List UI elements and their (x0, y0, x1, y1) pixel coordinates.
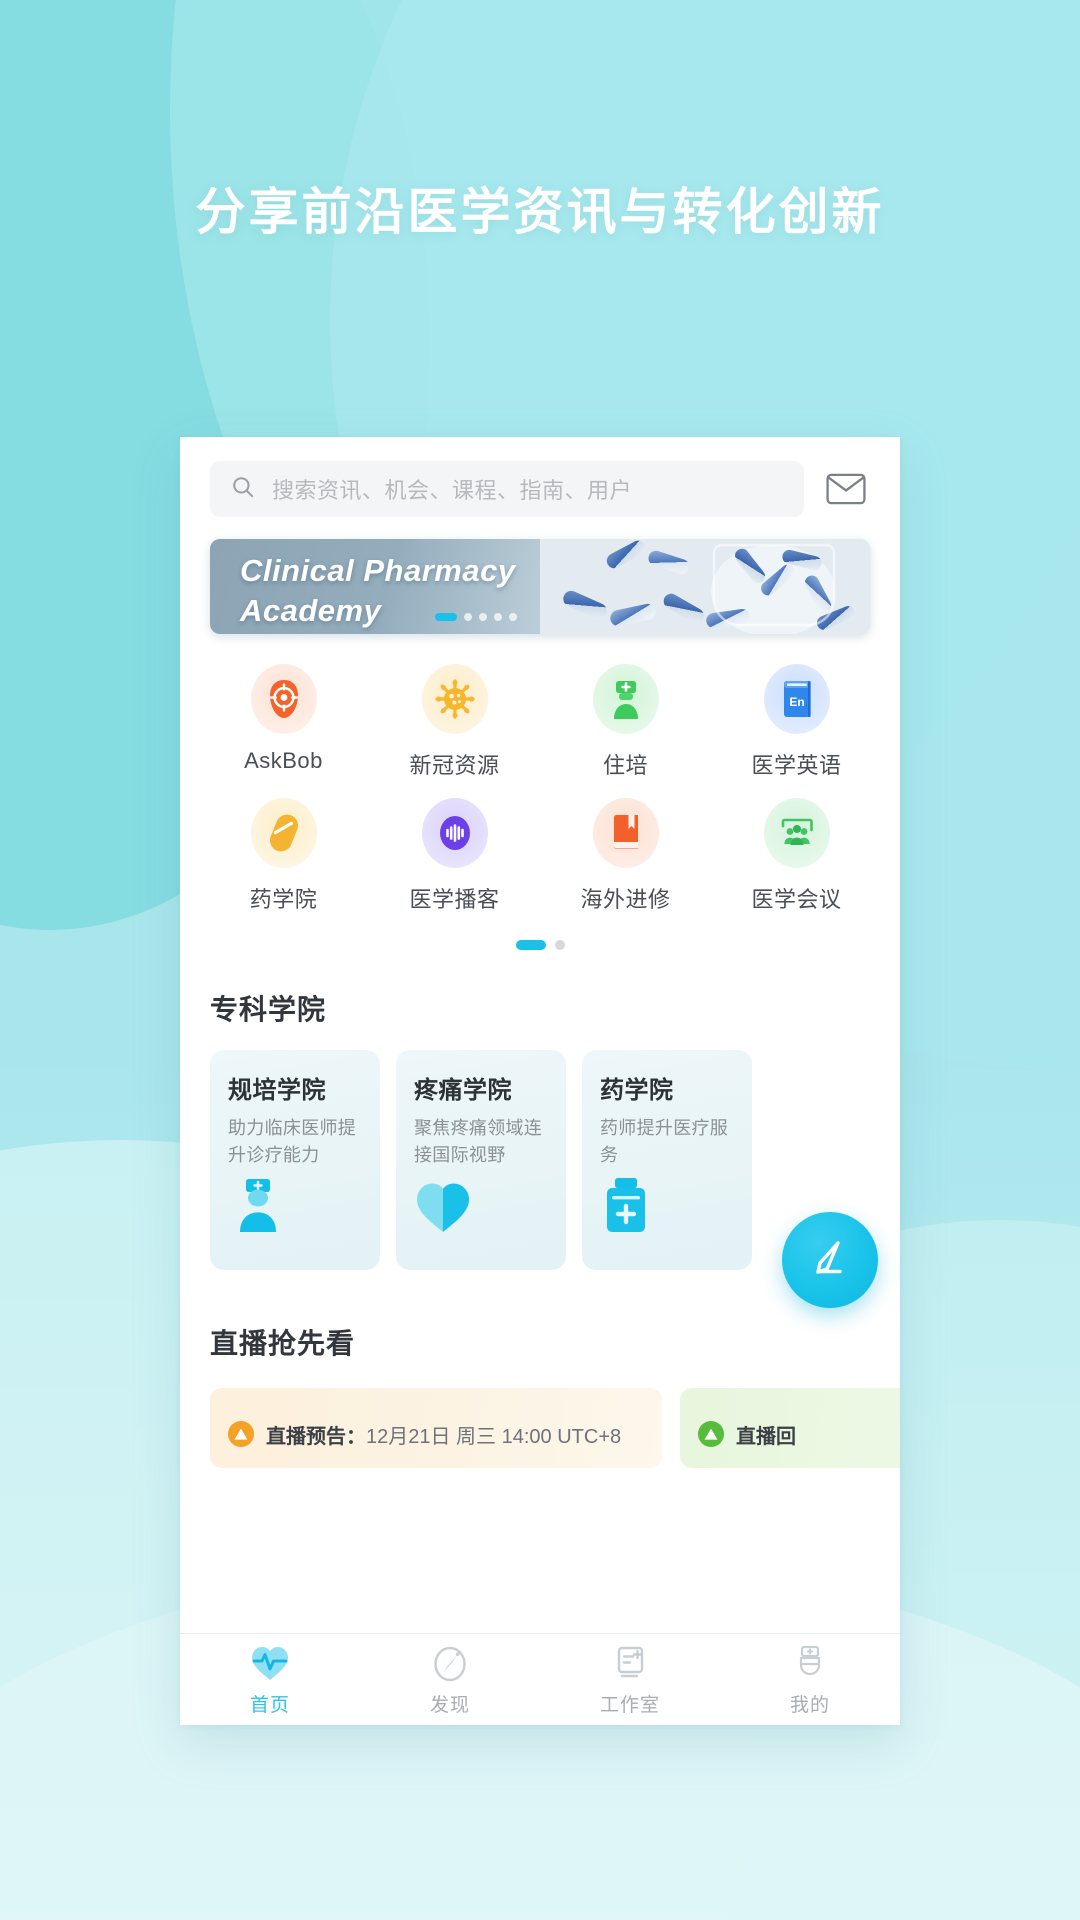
live-card-text: 直播预告：12月21日 周三 14:00 UTC+8 (266, 1420, 621, 1449)
target-icon (250, 664, 317, 734)
svg-text:En: En (789, 695, 804, 709)
quick-access-grid: AskBob 新冠资源 住培 En 医学英语 药学院 医学播客 海外进修 医学会… (180, 634, 900, 914)
card-description: 药师提升医疗服务 (600, 1118, 729, 1165)
banner-dot[interactable] (464, 613, 472, 621)
heart-icon (414, 1172, 476, 1234)
virus-icon (421, 664, 488, 734)
waveform-icon (421, 798, 488, 868)
banner-title: Clinical Pharmacy Academy (240, 551, 870, 631)
alert-icon (228, 1421, 254, 1447)
grid-item-askbob[interactable]: AskBob (198, 654, 369, 780)
card-title: 药学院 (600, 1077, 674, 1104)
compass-icon (431, 1642, 469, 1684)
banner-dot[interactable] (479, 613, 487, 621)
search-placeholder: 搜索资讯、机会、课程、指南、用户 (272, 478, 633, 503)
grid-item-residency[interactable]: 住培 (540, 654, 711, 780)
doctor-avatar-icon (791, 1642, 829, 1684)
grid-item-overseas-study[interactable]: 海外进修 (540, 788, 711, 914)
specialty-card-residency[interactable]: 规培学院 助力临床医师提升诊疗能力 (210, 1050, 380, 1270)
live-card-row[interactable]: 直播预告：12月21日 周三 14:00 UTC+8 直播回 (180, 1362, 900, 1468)
grid-item-label: 新冠资源 (409, 753, 500, 778)
grid-item-medical-english[interactable]: En 医学英语 (711, 654, 882, 780)
tab-label: 工作室 (599, 1695, 660, 1716)
banner-pagination-dots[interactable] (435, 613, 517, 621)
banner-title-line2: Academy (240, 593, 382, 628)
conference-icon (763, 798, 830, 868)
banner-title-line1: Clinical Pharmacy (240, 553, 516, 588)
grid-item-pharmacy-academy[interactable]: 药学院 (198, 788, 369, 914)
live-card-label: 直播回 (736, 1425, 796, 1448)
app-scroll-area[interactable]: 搜索资讯、机会、课程、指南、用户 Clinical Pharmacy Acade… (180, 437, 900, 1633)
search-input[interactable]: 搜索资讯、机会、课程、指南、用户 (210, 461, 804, 517)
search-icon (230, 474, 256, 505)
hero-headline: 分享前沿医学资讯与转化创新 (195, 184, 885, 240)
grid-dot[interactable] (515, 940, 546, 950)
tab-label: 首页 (249, 1695, 290, 1716)
compose-fab-button[interactable] (782, 1212, 878, 1308)
bookmark-icon (592, 798, 659, 868)
doctor-icon (228, 1172, 290, 1234)
live-card-replay[interactable]: 直播回 (680, 1388, 900, 1468)
nurse-icon (592, 664, 659, 734)
live-card-label: 直播预告： (266, 1425, 366, 1448)
medicine-bottle-icon (600, 1172, 662, 1234)
edit-pencil-icon (807, 1235, 853, 1286)
tab-studio[interactable]: 工作室 (540, 1642, 720, 1717)
mail-icon[interactable] (822, 465, 870, 513)
heart-pulse-icon (250, 1642, 290, 1684)
grid-item-label: 医学英语 (751, 753, 842, 778)
bottom-tab-bar: 首页 发现 工作室 我的 (180, 1633, 900, 1725)
tab-mine[interactable]: 我的 (720, 1642, 900, 1717)
capsule-icon (250, 798, 317, 868)
grid-item-medical-podcast[interactable]: 医学播客 (369, 788, 540, 914)
card-description: 助力临床医师提升诊疗能力 (228, 1118, 357, 1165)
tab-label: 发现 (429, 1695, 470, 1716)
live-card-text: 直播回 (736, 1420, 796, 1449)
grid-dot[interactable] (554, 940, 565, 950)
banner-dot[interactable] (494, 613, 502, 621)
banner-dot[interactable] (509, 613, 517, 621)
banner-dot[interactable] (435, 613, 457, 621)
live-card-upcoming[interactable]: 直播预告：12月21日 周三 14:00 UTC+8 (210, 1388, 662, 1468)
book-en-icon: En (763, 664, 830, 734)
live-card-detail: 12月21日 周三 14:00 UTC+8 (366, 1425, 622, 1448)
grid-item-medical-conference[interactable]: 医学会议 (711, 788, 882, 914)
grid-pagination-dots[interactable] (180, 940, 900, 950)
search-row: 搜索资讯、机会、课程、指南、用户 (180, 437, 900, 517)
grid-item-label: AskBob (244, 748, 323, 773)
section-title-specialty: 专科学院 (210, 994, 327, 1025)
grid-item-label: 住培 (602, 753, 648, 778)
document-icon (611, 1642, 649, 1684)
specialty-card-pain[interactable]: 疼痛学院 聚焦疼痛领域连接国际视野 (396, 1050, 566, 1270)
card-title: 疼痛学院 (414, 1077, 512, 1104)
grid-item-label: 医学播客 (409, 887, 500, 912)
tab-discover[interactable]: 发现 (360, 1642, 540, 1717)
grid-item-label: 医学会议 (751, 887, 842, 912)
grid-item-label: 海外进修 (580, 887, 671, 912)
carousel-banner[interactable]: Clinical Pharmacy Academy (210, 539, 870, 634)
specialty-card-pharmacy[interactable]: 药学院 药师提升医疗服务 (582, 1050, 752, 1270)
tab-label: 我的 (789, 1695, 830, 1716)
grid-item-covid-resources[interactable]: 新冠资源 (369, 654, 540, 780)
play-icon (698, 1421, 724, 1447)
tab-home[interactable]: 首页 (180, 1642, 360, 1717)
phone-mockup: 搜索资讯、机会、课程、指南、用户 Clinical Pharmacy Acade… (180, 437, 900, 1725)
card-description: 聚焦疼痛领域连接国际视野 (414, 1118, 543, 1165)
card-title: 规培学院 (228, 1077, 326, 1104)
grid-item-label: 药学院 (249, 887, 318, 912)
